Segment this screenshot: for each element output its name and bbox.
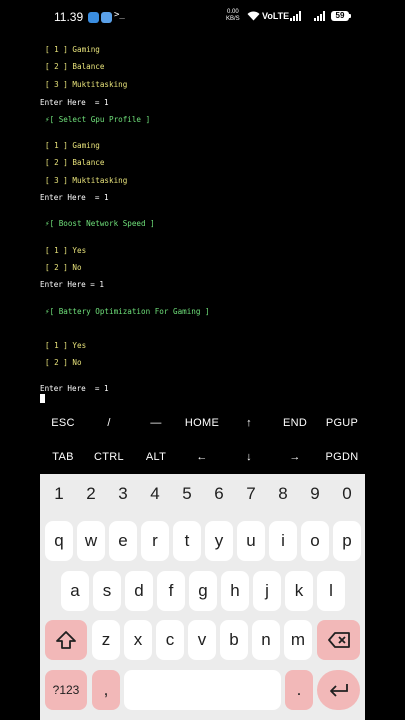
terminal-input-line: Enter Here = 1: [40, 193, 109, 202]
battery-icon: 59: [331, 11, 351, 21]
extra-key-slash[interactable]: /: [86, 408, 132, 438]
key-e[interactable]: e: [109, 521, 137, 561]
key-h[interactable]: h: [221, 571, 249, 611]
extra-keys-bar: ESC / — HOME ↑ END PGUP TAB CTRL ALT ← ↓ → PGDN: [40, 408, 365, 474]
telegram-icon: [88, 12, 99, 23]
key-p[interactable]: p: [333, 521, 361, 561]
network-speed: 0.00 KB/S: [226, 9, 240, 23]
shift-icon: [56, 631, 76, 649]
key-n[interactable]: n: [252, 620, 280, 660]
terminal-section-header: ⚡[ Battery Optimization For Gaming ]: [45, 307, 210, 316]
key-number-0[interactable]: 0: [331, 474, 363, 514]
key-s[interactable]: s: [93, 571, 121, 611]
status-bar: 11.39 >_ 0.00 KB/S VoLTE 59: [0, 0, 405, 36]
key-b[interactable]: b: [220, 620, 248, 660]
network-speed-value: 0.00: [227, 9, 239, 15]
key-w[interactable]: w: [77, 521, 105, 561]
terminal-notification-icon: >_: [114, 10, 125, 20]
backspace-key[interactable]: [317, 620, 360, 660]
key-number-6[interactable]: 6: [203, 474, 235, 514]
key-number-2[interactable]: 2: [75, 474, 107, 514]
backspace-icon: [327, 632, 350, 648]
terminal-output[interactable]: [ 1 ] Gaming [ 2 ] Balance [ 3 ] Muktitask…: [40, 40, 370, 406]
shift-key[interactable]: [45, 620, 87, 660]
soft-keyboard: 1234567890 qwertyuiop asdfghjkl zxcvbnm …: [40, 474, 365, 720]
key-number-9[interactable]: 9: [299, 474, 331, 514]
extra-key-dash[interactable]: —: [133, 408, 179, 438]
app-notification-icon: [101, 12, 112, 23]
key-c[interactable]: c: [156, 620, 184, 660]
terminal-option-line: [ 2 ] Balance: [45, 158, 105, 167]
extra-key-alt[interactable]: ALT: [133, 442, 179, 472]
terminal-option-line: [ 2 ] No: [45, 263, 82, 272]
extra-key-ctrl[interactable]: CTRL: [86, 442, 132, 472]
terminal-option-line: [ 1 ] Gaming: [45, 141, 100, 150]
key-k[interactable]: k: [285, 571, 313, 611]
extra-key-right-arrow[interactable]: →: [272, 442, 318, 472]
key-t[interactable]: t: [173, 521, 201, 561]
terminal-option-line: [ 1 ] Yes: [45, 341, 87, 350]
terminal-section-header: ⚡[ Boost Network Speed ]: [45, 219, 155, 228]
terminal-input-line: Enter Here = 1: [40, 384, 109, 393]
key-x[interactable]: x: [124, 620, 152, 660]
key-v[interactable]: v: [188, 620, 216, 660]
extra-key-pgdn[interactable]: PGDN: [319, 442, 365, 472]
key-number-4[interactable]: 4: [139, 474, 171, 514]
network-speed-unit: KB/S: [226, 16, 240, 22]
symbols-key[interactable]: ?123: [45, 670, 87, 710]
extra-key-tab[interactable]: TAB: [40, 442, 86, 472]
terminal-option-line: [ 3 ] Muktitasking: [45, 80, 128, 89]
key-i[interactable]: i: [269, 521, 297, 561]
key-number-1[interactable]: 1: [43, 474, 75, 514]
key-y[interactable]: y: [205, 521, 233, 561]
signal-icon: [290, 11, 301, 21]
terminal-option-line: [ 1 ] Yes: [45, 246, 87, 255]
key-j[interactable]: j: [253, 571, 281, 611]
extra-key-home[interactable]: HOME: [179, 408, 225, 438]
space-key[interactable]: [124, 670, 281, 710]
key-u[interactable]: u: [237, 521, 265, 561]
terminal-input-line: Enter Here = 1: [40, 98, 109, 107]
key-number-3[interactable]: 3: [107, 474, 139, 514]
key-m[interactable]: m: [284, 620, 312, 660]
period-key[interactable]: .: [285, 670, 313, 710]
key-q[interactable]: q: [45, 521, 73, 561]
enter-arrow-icon: [329, 684, 348, 697]
terminal-section-header: ⚡[ Select Gpu Profile ]: [45, 115, 151, 124]
terminal-option-line: [ 1 ] Gaming: [45, 45, 100, 54]
key-z[interactable]: z: [92, 620, 120, 660]
terminal-option-line: [ 3 ] Muktitasking: [45, 176, 128, 185]
terminal-option-line: [ 2 ] No: [45, 358, 82, 367]
comma-key[interactable]: ,: [92, 670, 120, 710]
key-a[interactable]: a: [61, 571, 89, 611]
key-r[interactable]: r: [141, 521, 169, 561]
key-number-7[interactable]: 7: [235, 474, 267, 514]
key-d[interactable]: d: [125, 571, 153, 611]
key-number-8[interactable]: 8: [267, 474, 299, 514]
signal-icon-sim2: [314, 11, 325, 21]
terminal-option-line: [ 2 ] Balance: [45, 62, 105, 71]
status-time: 11.39: [54, 10, 84, 24]
extra-key-end[interactable]: END: [272, 408, 318, 438]
extra-key-up-arrow[interactable]: ↑: [226, 408, 272, 438]
extra-key-pgup[interactable]: PGUP: [319, 408, 365, 438]
key-o[interactable]: o: [301, 521, 329, 561]
wifi-icon: [247, 11, 260, 21]
volte-badge: VoLTE: [262, 11, 290, 21]
terminal-input-line: Enter Here = 1: [40, 280, 105, 289]
terminal-cursor: [40, 394, 45, 403]
extra-key-esc[interactable]: ESC: [40, 408, 86, 438]
key-l[interactable]: l: [317, 571, 345, 611]
extra-key-left-arrow[interactable]: ←: [179, 442, 225, 472]
enter-key[interactable]: [317, 670, 360, 710]
key-g[interactable]: g: [189, 571, 217, 611]
key-number-5[interactable]: 5: [171, 474, 203, 514]
extra-key-down-arrow[interactable]: ↓: [226, 442, 272, 472]
key-f[interactable]: f: [157, 571, 185, 611]
